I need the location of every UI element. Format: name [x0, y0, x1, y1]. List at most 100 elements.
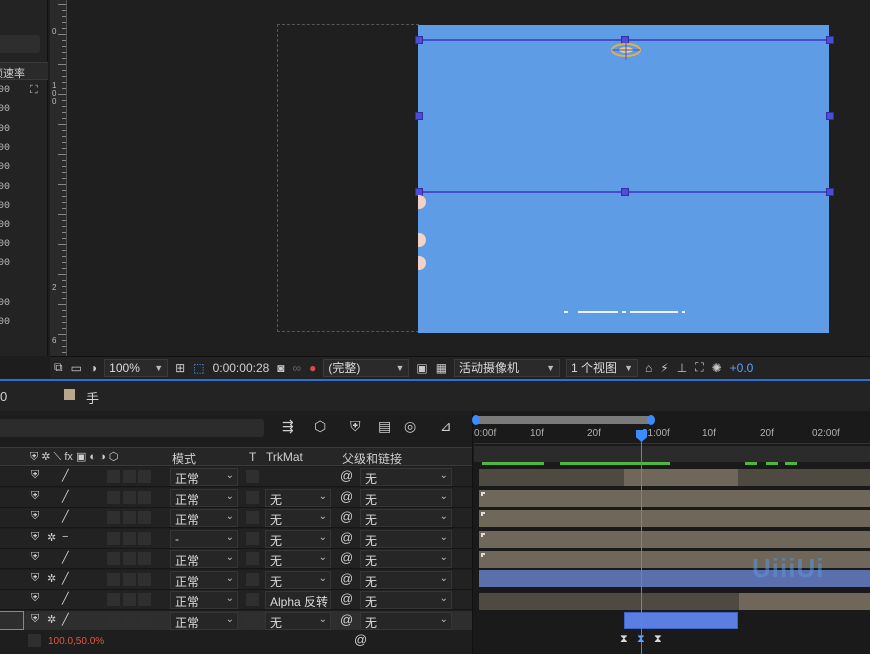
blend-mode-dropdown[interactable]: 正常 ⌄: [170, 488, 238, 507]
pick-whip-icon[interactable]: @: [340, 591, 353, 606]
switch-box[interactable]: [138, 613, 151, 627]
track-matte-dropdown[interactable]: 无 ⌄: [265, 488, 331, 507]
preserve-transparency-box[interactable]: [246, 531, 259, 545]
work-area-bar[interactable]: [474, 446, 870, 462]
show-snapshot-icon[interactable]: ∞: [293, 361, 302, 375]
switch-box[interactable]: [138, 490, 151, 504]
blend-mode-dropdown[interactable]: 正常 ⌄: [170, 509, 238, 527]
mask-visibility-icon[interactable]: ◑: [90, 361, 97, 375]
stopwatch-box[interactable]: [28, 634, 41, 647]
layer-label-box[interactable]: [0, 611, 24, 630]
draft-3d-icon[interactable]: ⬡: [314, 418, 326, 435]
blend-mode-dropdown[interactable]: - ⌄: [170, 529, 238, 548]
motion-blur-icon[interactable]: ◎: [404, 418, 416, 435]
composition-viewer[interactable]: [68, 0, 870, 356]
shy-switch-icon[interactable]: ⛨: [31, 572, 39, 585]
transform-handle[interactable]: [415, 112, 423, 120]
anchor-point-graphic[interactable]: [608, 40, 644, 62]
blend-mode-dropdown[interactable]: 正常 ⌄: [170, 550, 238, 568]
keyframe-icon[interactable]: ⧗: [654, 633, 662, 646]
parent-dropdown[interactable]: 无 ⌄: [360, 611, 452, 630]
preserve-transparency-box[interactable]: [246, 593, 259, 606]
switch-box[interactable]: [123, 593, 136, 606]
transform-handle[interactable]: [826, 36, 834, 44]
parent-dropdown[interactable]: 无 ⌄: [360, 509, 452, 527]
quality-switch-icon[interactable]: ╱: [62, 469, 69, 482]
safe-margins-icon[interactable]: ⊞: [175, 361, 185, 375]
switch-box[interactable]: [107, 490, 120, 504]
track-matte-dropdown[interactable]: 无 ⌄: [265, 611, 331, 630]
transparency-grid-icon[interactable]: ▦: [436, 361, 447, 375]
switch-box[interactable]: [107, 552, 120, 565]
exposure-value[interactable]: +0.0: [730, 361, 754, 375]
transform-handle[interactable]: [621, 188, 629, 196]
parent-dropdown[interactable]: 无 ⌄: [360, 529, 452, 548]
monitor-icon[interactable]: ▭: [71, 361, 82, 375]
preserve-transparency-box[interactable]: [246, 552, 259, 565]
blend-mode-dropdown[interactable]: 正常 ⌄: [170, 591, 238, 609]
keyframe-icon[interactable]: ⧗: [637, 633, 645, 646]
composition-mini-flowchart-icon[interactable]: ⇶: [282, 418, 294, 435]
switch-box[interactable]: [107, 613, 120, 627]
preserve-transparency-box[interactable]: [246, 613, 259, 627]
exposure-icon[interactable]: ✺: [712, 361, 722, 375]
playhead-line[interactable]: [641, 430, 642, 654]
parent-dropdown[interactable]: 无 ⌄: [360, 591, 452, 609]
switch-box[interactable]: [123, 490, 136, 504]
shy-switch-icon[interactable]: ⛨: [31, 613, 39, 626]
pick-whip-icon[interactable]: @: [340, 550, 353, 565]
preserve-transparency-box[interactable]: [246, 490, 259, 504]
layer-duration-bar[interactable]: [479, 531, 870, 548]
layer-row[interactable]: ⛨ ╱ 正常 ⌄ @ 无 ⌄: [0, 467, 472, 487]
frame-rate-column-header[interactable]: 帧速率: [0, 62, 48, 80]
shy-switch-icon[interactable]: ⛨: [31, 592, 39, 605]
transform-handle[interactable]: [826, 112, 834, 120]
preserve-transparency-box[interactable]: [246, 470, 259, 483]
mode-column-header[interactable]: 模式: [172, 450, 196, 467]
t-column-header[interactable]: T: [249, 450, 256, 464]
shy-switch-icon[interactable]: ⛨: [31, 510, 39, 523]
layer-row[interactable]: ⛨ ✲ − - ⌄ 无 ⌄ @ 无 ⌄: [0, 528, 472, 549]
blue-solid-layer[interactable]: [418, 25, 829, 333]
layer-row[interactable]: ⛨ ╱ 正常 ⌄ 无 ⌄ @ 无 ⌄: [0, 508, 472, 528]
quality-switch-icon[interactable]: ╱: [62, 592, 69, 605]
switch-box[interactable]: [123, 511, 136, 524]
collapse-switch-icon[interactable]: ✲: [47, 531, 56, 544]
track-matte-dropdown[interactable]: 无 ⌄: [265, 529, 331, 548]
pick-whip-icon[interactable]: @: [340, 468, 353, 483]
transform-handle[interactable]: [415, 36, 423, 44]
timeline-link-icon[interactable]: ⊥: [677, 361, 687, 375]
layer-row[interactable]: ⛨ ╱ 正常 ⌄ Alpha 反转 ⌄ @ 无 ⌄: [0, 590, 472, 610]
frame-blending-icon[interactable]: ▤: [378, 418, 391, 435]
parent-dropdown[interactable]: 无 ⌄: [360, 488, 452, 507]
quality-switch-icon[interactable]: −: [62, 531, 68, 543]
timeline-tab-name[interactable]: 手: [86, 388, 99, 407]
project-search-input[interactable]: [0, 35, 40, 53]
resolution-select[interactable]: (完整) ▼: [323, 358, 410, 377]
quality-switch-icon[interactable]: ╱: [62, 490, 69, 503]
switch-box[interactable]: [138, 572, 151, 586]
pick-whip-icon[interactable]: @: [340, 530, 353, 545]
switch-box[interactable]: [138, 470, 151, 483]
switch-box[interactable]: [123, 552, 136, 565]
graph-editor-icon[interactable]: ⊿: [440, 418, 452, 435]
always-preview-icon[interactable]: ⧉: [54, 360, 63, 375]
pick-whip-icon[interactable]: @: [340, 489, 353, 504]
switch-box[interactable]: [123, 531, 136, 545]
shy-switch-icon[interactable]: ⛨: [31, 551, 39, 564]
quality-switch-icon[interactable]: ╱: [62, 510, 69, 523]
color-channel-icon[interactable]: ●: [309, 361, 316, 375]
pick-whip-icon[interactable]: @: [340, 509, 353, 524]
track-matte-dropdown[interactable]: Alpha 反转 ⌄: [265, 591, 331, 609]
layer-row[interactable]: ⛨ ✲ ╱ 正常 ⌄ 无 ⌄ @ 无 ⌄: [0, 569, 472, 590]
blend-mode-dropdown[interactable]: 正常 ⌄: [170, 570, 238, 589]
blend-mode-dropdown[interactable]: 正常 ⌄: [170, 468, 238, 486]
track-matte-dropdown[interactable]: 无 ⌄: [265, 570, 331, 589]
pick-whip-icon[interactable]: @: [340, 612, 353, 627]
preserve-transparency-box[interactable]: [246, 511, 259, 524]
layer-duration-bar[interactable]: [479, 490, 870, 507]
shy-switch-icon[interactable]: ⛨: [31, 469, 39, 482]
switch-box[interactable]: [107, 593, 120, 606]
layer-row[interactable]: ⛨ ✲ ╱ 正常 ⌄ 无 ⌄ @ 无 ⌄: [0, 610, 472, 631]
collapse-switch-icon[interactable]: ✲: [47, 572, 56, 585]
